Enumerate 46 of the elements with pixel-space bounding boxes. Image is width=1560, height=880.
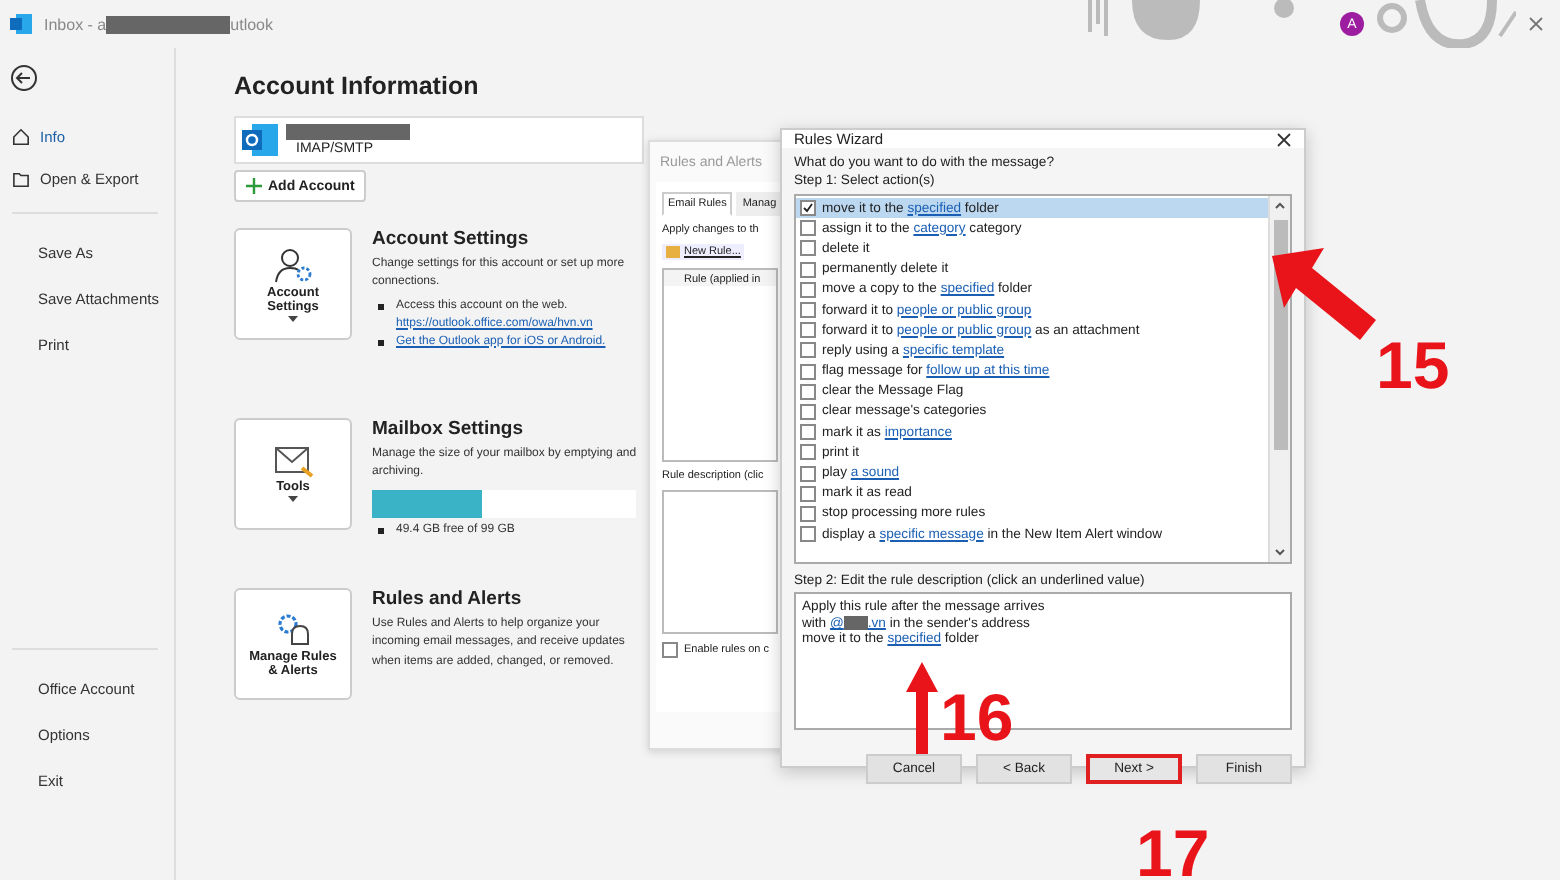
close-icon[interactable] [1276, 131, 1292, 147]
home-icon [12, 128, 30, 146]
section-title: Mailbox Settings [372, 417, 525, 440]
outlook-icon [242, 124, 278, 156]
callout-arrow [906, 662, 938, 754]
checkbox[interactable] [800, 505, 816, 522]
window-title: Inbox - a [44, 15, 107, 33]
checkbox[interactable] [800, 485, 816, 502]
redaction-bar [106, 15, 231, 33]
caret-icon [288, 495, 298, 502]
checkbox[interactable] [800, 281, 816, 298]
checkbox[interactable] [800, 302, 816, 319]
outlook-icon [10, 14, 32, 34]
step-number: 17 [1136, 820, 1210, 880]
checkbox[interactable] [800, 322, 816, 339]
step-number: 15 [1376, 332, 1450, 398]
folder-icon [12, 171, 30, 187]
checkbox[interactable] [800, 261, 816, 278]
section-title: Account Settings [372, 228, 531, 250]
description-box [662, 490, 778, 634]
back-icon[interactable] [10, 64, 38, 92]
section-title: Rules and Alerts [372, 588, 524, 611]
checkbox[interactable] [800, 383, 816, 400]
person-gear-icon [273, 247, 313, 283]
checkbox[interactable] [800, 465, 816, 482]
checkbox[interactable] [800, 200, 816, 217]
checkbox[interactable] [800, 403, 816, 420]
ring-drawing [1376, 0, 1516, 48]
redaction-bar [843, 616, 868, 630]
checkbox[interactable] [800, 424, 816, 441]
envelope-icon [273, 445, 313, 478]
page-title: Account Information [234, 72, 481, 100]
callout-arrow [1272, 248, 1376, 340]
scrollbar[interactable] [1268, 196, 1290, 562]
window-title: utlook [230, 15, 273, 33]
checkbox[interactable] [800, 363, 816, 380]
checkbox[interactable] [800, 240, 816, 257]
plus-icon [246, 178, 262, 194]
checkbox[interactable] [800, 220, 816, 237]
caret-icon [288, 315, 298, 321]
gear-bell-icon [275, 611, 311, 648]
step-number: 16 [940, 684, 1014, 750]
checkbox[interactable] [800, 526, 816, 543]
checkbox[interactable] [800, 342, 816, 359]
checkbox[interactable] [800, 444, 816, 461]
checkbox[interactable] [662, 642, 678, 658]
